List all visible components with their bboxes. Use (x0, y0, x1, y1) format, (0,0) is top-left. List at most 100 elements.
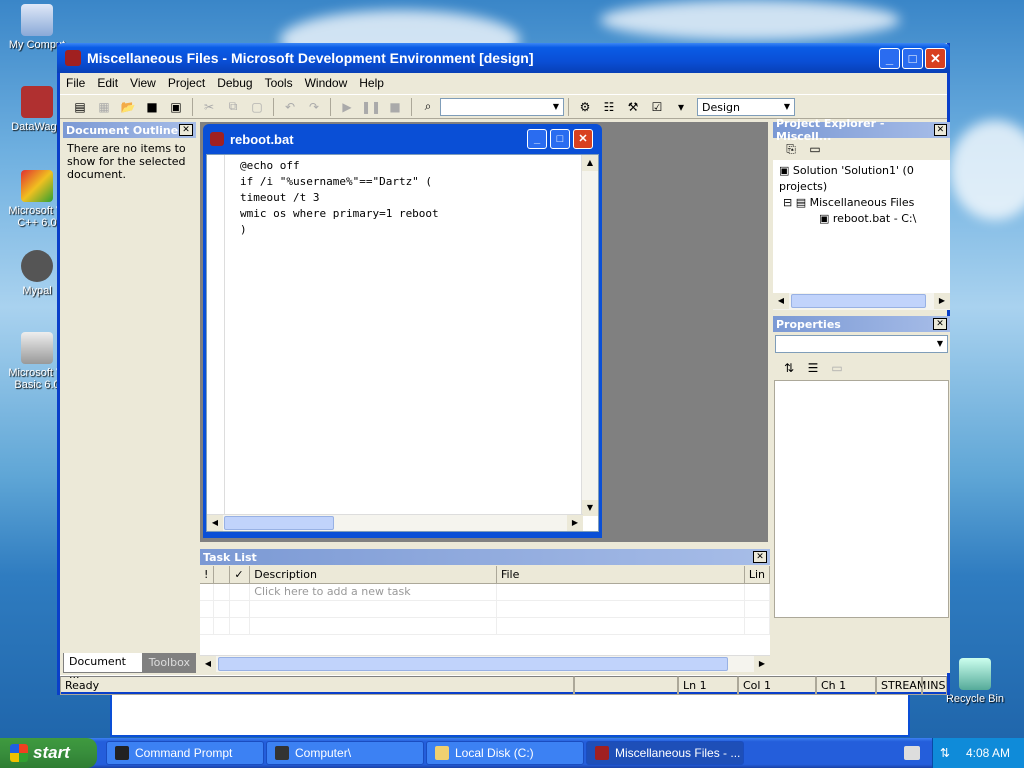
description-column[interactable]: Description (249, 566, 497, 584)
menu-help[interactable]: Help (353, 76, 390, 90)
taskbar-item-command-prompt[interactable]: Command Prompt (106, 741, 264, 765)
collapse-icon[interactable]: ⊟ (783, 196, 796, 209)
7zip-icon (275, 746, 289, 760)
menu-edit[interactable]: Edit (91, 76, 124, 90)
configuration-value: Design (702, 100, 740, 114)
close-icon[interactable]: ✕ (753, 551, 767, 563)
task-list-hscroll[interactable]: ◀ ▶ (200, 655, 770, 672)
toolbox-icon[interactable]: ⚒ (623, 98, 643, 116)
properties-icon[interactable]: ☷ (599, 98, 619, 116)
project-explorer-hscroll[interactable]: ◀ ▶ (773, 293, 950, 310)
copy-icon[interactable]: ⧉ (223, 98, 243, 116)
editor-close-button[interactable]: ✕ (573, 129, 593, 149)
editor-minimize-button[interactable]: _ (527, 129, 547, 149)
cut-icon[interactable]: ✂ (199, 98, 219, 116)
start-icon[interactable]: ▶ (337, 98, 357, 116)
status-empty (574, 676, 678, 695)
scroll-left-icon[interactable]: ◀ (200, 656, 216, 672)
scroll-left-icon[interactable]: ◀ (773, 293, 789, 309)
property-grid[interactable] (774, 380, 949, 618)
keyboard-icon[interactable] (904, 746, 920, 760)
tab-toolbox[interactable]: Toolbox (142, 653, 196, 673)
close-icon[interactable]: ✕ (179, 124, 193, 136)
taskbar-item-misc-files[interactable]: Miscellaneous Files - ... (586, 741, 744, 765)
scroll-up-icon[interactable]: ▲ (582, 155, 598, 171)
category-column[interactable] (213, 566, 231, 584)
taskbar: start Command Prompt Computer\ Local Dis… (0, 738, 1024, 768)
view-code-icon[interactable]: ⎘ (781, 140, 801, 158)
more-tools-icon[interactable]: ▾ (671, 98, 691, 116)
save-icon[interactable]: ■ (142, 98, 162, 116)
desktop-icon-recycle-bin[interactable]: Recycle Bin (940, 658, 1010, 705)
window-titlebar[interactable]: Miscellaneous Files - Microsoft Developm… (57, 43, 950, 73)
property-pages-icon[interactable]: ▭ (827, 359, 847, 377)
tab-document-outline[interactable]: Document ... (63, 653, 143, 681)
tree-item-misc-files[interactable]: ⊟ ▤ Miscellaneous Files (779, 195, 944, 211)
save-all-icon[interactable]: ▣ (166, 98, 186, 116)
taskbar-item-label: Miscellaneous Files - ... (615, 746, 741, 760)
add-task-placeholder[interactable]: Click here to add a new task (249, 583, 497, 601)
properties-title: Properties (776, 317, 841, 331)
categorized-icon[interactable]: ☰ (803, 359, 823, 377)
solution-explorer-icon[interactable]: ⚙ (575, 98, 595, 116)
task-list-scroll-thumb[interactable] (218, 657, 728, 671)
scroll-right-icon[interactable]: ▶ (567, 515, 583, 531)
mypal-icon (21, 250, 53, 282)
stop-icon[interactable]: ■ (385, 98, 405, 116)
windows-logo-icon (10, 744, 28, 762)
menu-file[interactable]: File (60, 76, 91, 90)
paste-icon[interactable]: ▢ (247, 98, 267, 116)
new-project-icon[interactable]: ▤ (70, 98, 90, 116)
tree-item-reboot-bat[interactable]: ▣ reboot.bat - C:\ (779, 211, 944, 227)
pause-icon[interactable]: ❚❚ (361, 98, 381, 116)
scroll-down-icon[interactable]: ▼ (582, 500, 598, 516)
sort-alphabetical-icon[interactable]: ⇅ (779, 359, 799, 377)
tray-network-icon[interactable]: ⇅ (940, 746, 950, 760)
add-item-icon[interactable]: ▦ (94, 98, 114, 116)
find-icon[interactable]: ⌕ (418, 98, 438, 116)
clock[interactable]: 4:08 AM (966, 746, 1010, 760)
redo-icon[interactable]: ↷ (304, 98, 324, 116)
priority-column[interactable]: ! (200, 566, 215, 584)
scroll-left-icon[interactable]: ◀ (207, 515, 223, 531)
task-cell (496, 600, 745, 618)
project-scroll-thumb[interactable] (791, 294, 926, 308)
start-button[interactable]: start (0, 738, 97, 768)
file-column[interactable]: File (496, 566, 745, 584)
menu-project[interactable]: Project (162, 76, 211, 90)
vertical-scrollbar[interactable]: ▲ ▼ (581, 155, 598, 516)
editor-maximize-button[interactable]: □ (550, 129, 570, 149)
close-icon[interactable]: ✕ (933, 318, 947, 330)
menu-view[interactable]: View (124, 76, 162, 90)
editor-title: reboot.bat (230, 131, 294, 147)
properties-panel: Properties ✕ ▼ ⇅ ☰ ▭ (773, 316, 950, 673)
solution-icon: ▣ (779, 164, 793, 177)
task-table-row[interactable]: Click here to add a new task (200, 583, 771, 601)
horizontal-scroll-thumb[interactable] (224, 516, 334, 530)
maximize-button[interactable]: □ (902, 48, 923, 69)
file-icon (210, 132, 224, 146)
horizontal-scrollbar[interactable]: ◀ ▶ (207, 514, 583, 531)
object-selector[interactable]: ▼ (775, 335, 948, 353)
scroll-right-icon[interactable]: ▶ (754, 656, 770, 672)
close-button[interactable]: ✕ (925, 48, 946, 69)
taskbar-item-computer[interactable]: Computer\ (266, 741, 424, 765)
view-designer-icon[interactable]: ▭ (805, 140, 825, 158)
scroll-right-icon[interactable]: ▶ (934, 293, 950, 309)
menu-window[interactable]: Window (299, 76, 354, 90)
taskbar-item-local-disk[interactable]: Local Disk (C:) (426, 741, 584, 765)
undo-icon[interactable]: ↶ (280, 98, 300, 116)
task-list-icon[interactable]: ☑ (647, 98, 667, 116)
checked-column[interactable]: ✓ (229, 566, 251, 584)
editor-titlebar[interactable]: reboot.bat _ □ ✕ (206, 127, 599, 151)
line-column[interactable]: Lin (744, 566, 771, 584)
open-icon[interactable]: 📂 (118, 98, 138, 116)
code-editor[interactable]: @echo off if /i "%username%"=="Dartz" ( … (206, 154, 599, 532)
menu-debug[interactable]: Debug (211, 76, 258, 90)
find-combo[interactable]: ▼ (440, 97, 564, 116)
minimize-button[interactable]: _ (879, 48, 900, 69)
configuration-combo[interactable]: Design ▼ (697, 97, 795, 116)
tree-item-solution[interactable]: ▣ Solution 'Solution1' (0 projects) (779, 163, 944, 195)
menu-tools[interactable]: Tools (259, 76, 299, 90)
close-icon[interactable]: ✕ (933, 124, 947, 136)
